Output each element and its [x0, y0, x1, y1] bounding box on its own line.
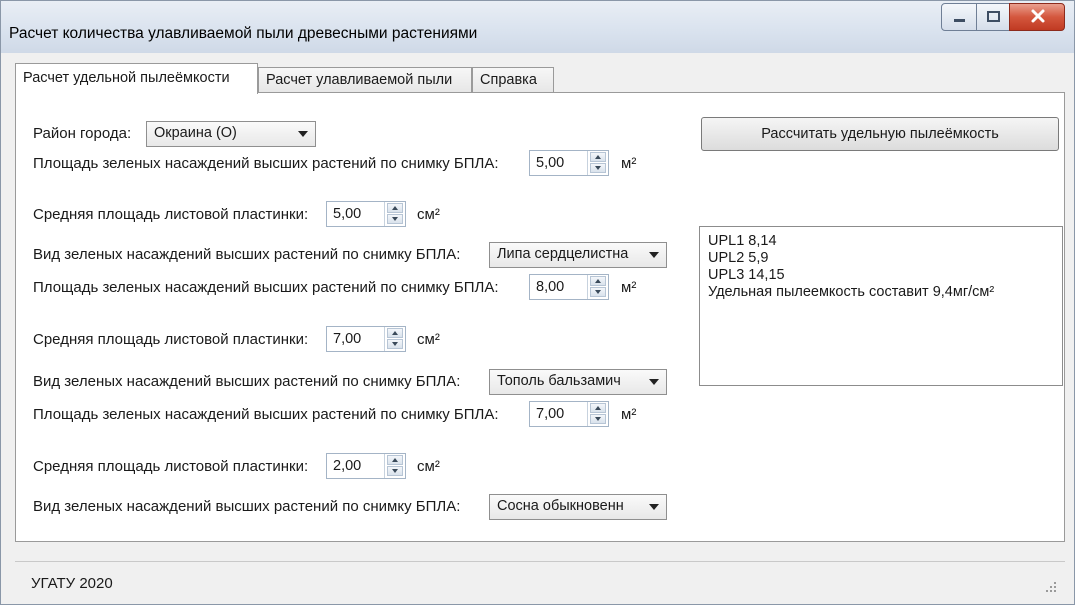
title-bar: Расчет количества улавливаемой пыли древ…	[1, 1, 1074, 53]
species-label: Вид зеленых насаждений высших растений п…	[33, 373, 461, 390]
chevron-down-icon	[649, 379, 659, 385]
species-value: Тополь бальзамич	[497, 373, 621, 389]
spin-up-button[interactable]	[387, 455, 403, 465]
area-label: Площадь зеленых насаждений высших растен…	[33, 155, 499, 172]
spin-up-button[interactable]	[387, 203, 403, 213]
leaf-unit: см²	[417, 206, 440, 223]
close-icon	[1031, 9, 1045, 23]
species-select[interactable]: Липа сердцелистна	[489, 242, 667, 268]
maximize-icon	[987, 11, 1000, 22]
area-stepper[interactable]: 8,00	[529, 274, 609, 300]
leaf-value: 2,00	[333, 458, 362, 474]
tab-label: Справка	[480, 72, 537, 88]
spin-down-button[interactable]	[590, 414, 606, 424]
tab-specific-dust-capacity[interactable]: Расчет удельной пылеёмкости	[15, 63, 258, 94]
spin-up-button[interactable]	[590, 403, 606, 413]
minimize-icon	[954, 19, 965, 22]
area-stepper[interactable]: 5,00	[529, 150, 609, 176]
leaf-unit: см²	[417, 458, 440, 475]
tab-label: Расчет удельной пылеёмкости	[23, 70, 230, 86]
species-select[interactable]: Тополь бальзамич	[489, 369, 667, 395]
spin-down-button[interactable]	[387, 466, 403, 476]
spin-down-button[interactable]	[590, 287, 606, 297]
maximize-button[interactable]	[976, 3, 1010, 31]
area-unit: м²	[621, 406, 637, 423]
leaf-label: Средняя площадь листовой пластинки:	[33, 458, 309, 475]
leaf-label: Средняя площадь листовой пластинки:	[33, 206, 309, 223]
minimize-button[interactable]	[941, 3, 977, 31]
leaf-stepper[interactable]: 2,00	[326, 453, 406, 479]
tab-label: Расчет улавливаемой пыли	[266, 72, 453, 88]
species-value: Сосна обыкновенн	[497, 498, 624, 514]
result-line: UPL1 8,14	[708, 233, 777, 249]
status-bar: УГАТУ 2020	[15, 561, 1065, 602]
leaf-value: 5,00	[333, 206, 362, 222]
tab-help[interactable]: Справка	[472, 67, 554, 93]
result-line: UPL3 14,15	[708, 267, 785, 283]
district-select[interactable]: Окраина (О)	[146, 121, 316, 147]
result-line: UPL2 5,9	[708, 250, 769, 266]
spin-up-button[interactable]	[590, 276, 606, 286]
leaf-stepper[interactable]: 5,00	[326, 201, 406, 227]
area-label: Площадь зеленых насаждений высших растен…	[33, 406, 499, 423]
leaf-unit: см²	[417, 331, 440, 348]
spin-up-button[interactable]	[590, 152, 606, 162]
species-label: Вид зеленых насаждений высших растений п…	[33, 498, 461, 515]
area-value: 7,00	[536, 406, 565, 422]
leaf-stepper[interactable]: 7,00	[326, 326, 406, 352]
calculate-button[interactable]: Рассчитать удельную пылеёмкость	[701, 117, 1059, 151]
status-text: УГАТУ 2020	[31, 575, 113, 592]
area-value: 5,00	[536, 155, 565, 171]
area-unit: м²	[621, 279, 637, 296]
chevron-down-icon	[649, 252, 659, 258]
spin-down-button[interactable]	[590, 163, 606, 173]
district-label: Район города:	[33, 125, 132, 142]
species-value: Липа сердцелистна	[497, 246, 629, 262]
leaf-label: Средняя площадь листовой пластинки:	[33, 331, 309, 348]
chevron-down-icon	[649, 504, 659, 510]
spin-down-button[interactable]	[387, 339, 403, 349]
result-line: Удельная пылеемкость составит 9,4мг/см²	[708, 284, 995, 300]
resize-grip-icon[interactable]	[1045, 582, 1057, 594]
area-stepper[interactable]: 7,00	[529, 401, 609, 427]
results-textbox[interactable]: UPL1 8,14 UPL2 5,9 UPL3 14,15 Удельная п…	[699, 226, 1063, 386]
spin-up-button[interactable]	[387, 328, 403, 338]
species-label: Вид зеленых насаждений высших растений п…	[33, 246, 461, 263]
close-button[interactable]	[1009, 3, 1065, 31]
window-title: Расчет количества улавливаемой пыли древ…	[9, 25, 478, 42]
spin-down-button[interactable]	[387, 214, 403, 224]
tab-captured-dust[interactable]: Расчет улавливаемой пыли	[258, 67, 472, 93]
species-select[interactable]: Сосна обыкновенн	[489, 494, 667, 520]
leaf-value: 7,00	[333, 331, 362, 347]
main-window: Расчет количества улавливаемой пыли древ…	[0, 0, 1075, 605]
chevron-down-icon	[298, 131, 308, 137]
area-label: Площадь зеленых насаждений высших растен…	[33, 279, 499, 296]
area-unit: м²	[621, 155, 637, 172]
area-value: 8,00	[536, 279, 565, 295]
district-value: Окраина (О)	[154, 125, 237, 141]
